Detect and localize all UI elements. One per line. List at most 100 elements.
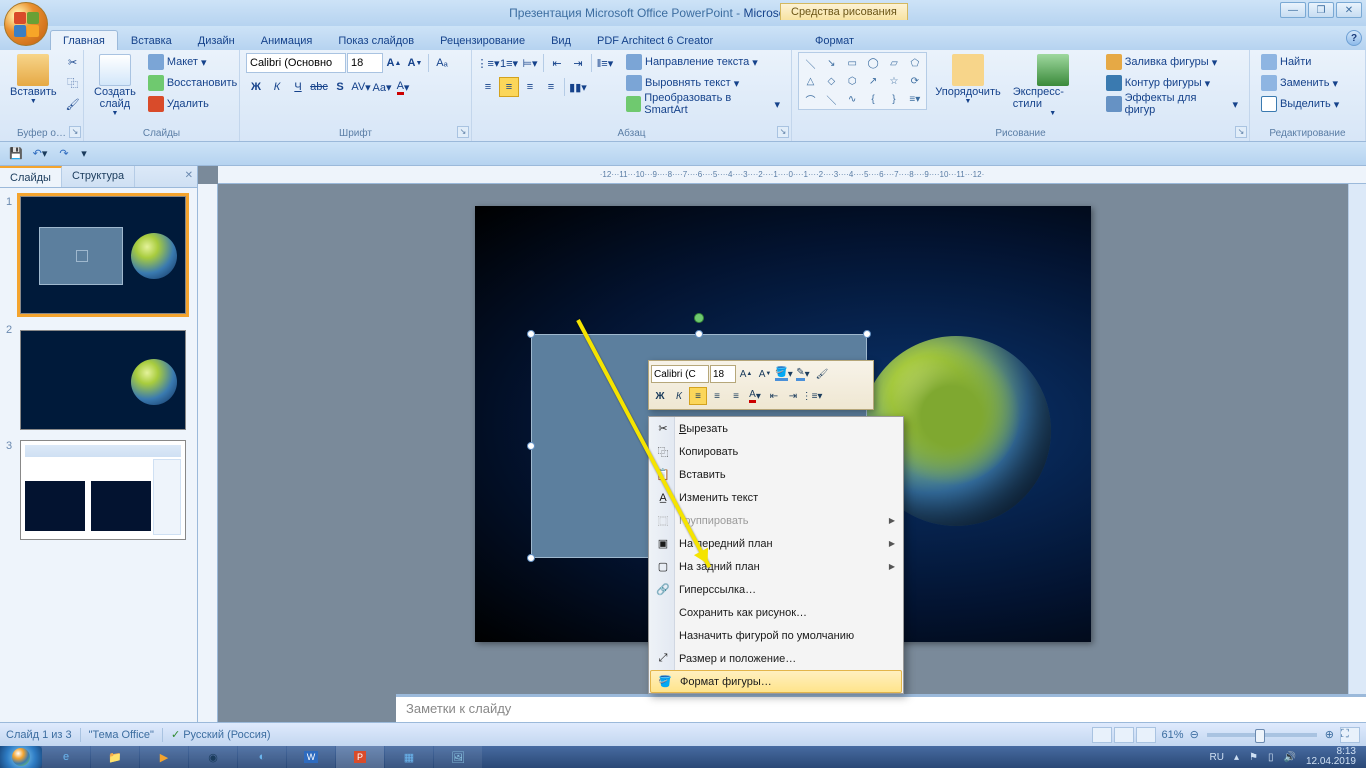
align-text-button[interactable]: Выровнять текст ▾ xyxy=(621,73,785,93)
help-button[interactable]: ? xyxy=(1346,30,1362,46)
zoom-slider[interactable] xyxy=(1207,733,1317,737)
tab-design[interactable]: Дизайн xyxy=(185,30,248,50)
tray-expand-icon[interactable]: ▴ xyxy=(1234,752,1239,763)
taskbar-word[interactable]: W xyxy=(287,746,335,768)
mini-align-right[interactable]: ≡ xyxy=(727,387,745,405)
taskbar-app1[interactable]: ◐ xyxy=(238,746,286,768)
resize-handle[interactable] xyxy=(695,330,703,338)
quick-styles-button[interactable]: Экспресс-стили▼ xyxy=(1009,52,1097,119)
shape-effects-button[interactable]: Эффекты для фигур ▾ xyxy=(1101,94,1243,114)
tab-review[interactable]: Рецензирование xyxy=(427,30,538,50)
context-set-default-shape[interactable]: Назначить фигурой по умолчанию xyxy=(649,624,903,647)
layout-button[interactable]: Макет ▾ xyxy=(143,52,242,72)
format-painter-button[interactable]: 🖌 xyxy=(63,94,83,114)
clear-format-button[interactable]: Aₐ xyxy=(432,53,452,73)
mini-bullets[interactable]: ⋮≡▾ xyxy=(803,387,821,405)
fit-button[interactable]: ⛶ xyxy=(1340,727,1360,743)
strike-button[interactable]: abc xyxy=(309,77,329,97)
zoom-in-button[interactable]: ⊕ xyxy=(1325,728,1334,741)
slide-thumbnail[interactable] xyxy=(20,440,186,540)
taskbar-explorer[interactable]: 📁 xyxy=(91,746,139,768)
mini-size-input[interactable] xyxy=(710,365,736,383)
bold-button[interactable]: Ж xyxy=(246,77,266,97)
resize-handle[interactable] xyxy=(527,554,535,562)
numbering-button[interactable]: 1≡▾ xyxy=(499,53,519,73)
undo-button[interactable]: ↶▾ xyxy=(30,144,50,164)
status-language[interactable]: Русский (Россия) xyxy=(183,729,270,741)
notes-pane[interactable]: Заметки к слайду xyxy=(396,694,1366,722)
arrange-button[interactable]: Упорядочить▼ xyxy=(931,52,1004,107)
taskbar-media[interactable]: ▶ xyxy=(140,746,188,768)
redo-button[interactable]: ↷ xyxy=(54,144,74,164)
context-size-position[interactable]: ⤢Размер и положение… xyxy=(649,647,903,670)
context-paste[interactable]: 📋Вставить xyxy=(649,463,903,486)
shape-fill-button[interactable]: Заливка фигуры ▾ xyxy=(1101,52,1243,72)
shrink-font-button[interactable]: A▼ xyxy=(405,53,425,73)
slide-thumbnail[interactable] xyxy=(20,196,186,314)
paste-button[interactable]: Вставить▼ xyxy=(6,52,61,107)
mini-shape-outline[interactable]: ✎▾ xyxy=(794,365,812,383)
clipboard-launcher[interactable]: ↘ xyxy=(69,126,81,138)
mini-shrink-font[interactable]: A▼ xyxy=(756,365,774,383)
select-button[interactable]: Выделить ▾ xyxy=(1256,94,1344,114)
panel-close-button[interactable]: ✕ xyxy=(185,170,193,181)
context-save-as-picture[interactable]: Сохранить как рисунок… xyxy=(649,601,903,624)
mini-italic[interactable]: К xyxy=(670,387,688,405)
mini-font-color[interactable]: A▾ xyxy=(746,387,764,405)
mini-align-center[interactable]: ≡ xyxy=(708,387,726,405)
shapes-gallery[interactable]: ＼↘▭◯▱⬠ △◇⬡↗☆⟳ ⌒＼∿{}≡▾ xyxy=(798,52,927,110)
line-spacing-button[interactable]: ‖≡▾ xyxy=(595,53,615,73)
mini-shape-fill[interactable]: 🪣▾ xyxy=(775,365,793,383)
context-send-back[interactable]: ▢На задний план▶ xyxy=(649,555,903,578)
align-left-button[interactable]: ≡ xyxy=(478,77,498,97)
tab-insert[interactable]: Вставка xyxy=(118,30,185,50)
resize-handle[interactable] xyxy=(863,330,871,338)
tray-language[interactable]: RU xyxy=(1210,752,1224,763)
minimize-button[interactable]: — xyxy=(1280,2,1306,18)
context-copy[interactable]: ⿻Копировать xyxy=(649,440,903,463)
taskbar-app2[interactable]: ▦ xyxy=(385,746,433,768)
increase-indent-button[interactable]: ⇥ xyxy=(568,53,588,73)
tray-volume-icon[interactable]: 🔊 xyxy=(1283,752,1295,763)
bullets-button[interactable]: ⋮≡▾ xyxy=(478,53,498,73)
slide-thumbnail[interactable] xyxy=(20,330,186,430)
font-size-input[interactable] xyxy=(347,53,383,73)
mini-font-input[interactable] xyxy=(651,365,709,383)
context-edit-text[interactable]: A̲Изменить текст xyxy=(649,486,903,509)
mini-indent-dec[interactable]: ⇤ xyxy=(765,387,783,405)
taskbar-ie[interactable]: e xyxy=(42,746,90,768)
resize-handle[interactable] xyxy=(527,330,535,338)
font-color-button[interactable]: A▾ xyxy=(393,77,413,97)
tab-format[interactable]: Формат xyxy=(802,30,867,50)
find-button[interactable]: Найти xyxy=(1256,52,1344,72)
tray-network-icon[interactable]: ▯ xyxy=(1268,752,1274,763)
restore-button[interactable]: ❐ xyxy=(1308,2,1334,18)
new-slide-button[interactable]: Создать слайд▼ xyxy=(90,52,140,119)
zoom-out-button[interactable]: ⊖ xyxy=(1190,728,1199,741)
tab-pdf[interactable]: PDF Architect 6 Creator xyxy=(584,30,726,50)
mini-indent-inc[interactable]: ⇥ xyxy=(784,387,802,405)
paragraph-launcher[interactable]: ↘ xyxy=(777,126,789,138)
font-name-input[interactable] xyxy=(246,53,346,73)
spellcheck-icon[interactable]: ✓ xyxy=(171,728,180,741)
copy-button[interactable]: ⿻ xyxy=(63,73,83,93)
normal-view-button[interactable] xyxy=(1092,727,1112,743)
office-button[interactable] xyxy=(4,2,48,46)
start-button[interactable] xyxy=(0,746,42,768)
mini-grow-font[interactable]: A▲ xyxy=(737,365,755,383)
delete-slide-button[interactable]: Удалить xyxy=(143,94,242,114)
sorter-view-button[interactable] xyxy=(1114,727,1134,743)
taskbar-powerpoint[interactable]: P xyxy=(336,746,384,768)
change-case-button[interactable]: Aa▾ xyxy=(372,77,392,97)
font-launcher[interactable]: ↘ xyxy=(457,126,469,138)
mini-bold[interactable]: Ж xyxy=(651,387,669,405)
qat-customize-button[interactable]: ▾ xyxy=(78,144,90,164)
replace-button[interactable]: Заменить ▾ xyxy=(1256,73,1344,93)
justify-button[interactable]: ≡ xyxy=(541,77,561,97)
mini-format-painter[interactable]: 🖌 xyxy=(813,365,831,383)
context-bring-front[interactable]: ▣На передний план▶ xyxy=(649,532,903,555)
context-format-shape[interactable]: 🪣Формат фигуры… xyxy=(650,670,902,693)
restore-button-slides[interactable]: Восстановить xyxy=(143,73,242,93)
panel-tab-outline[interactable]: Структура xyxy=(62,166,135,187)
close-button[interactable]: ✕ xyxy=(1336,2,1362,18)
